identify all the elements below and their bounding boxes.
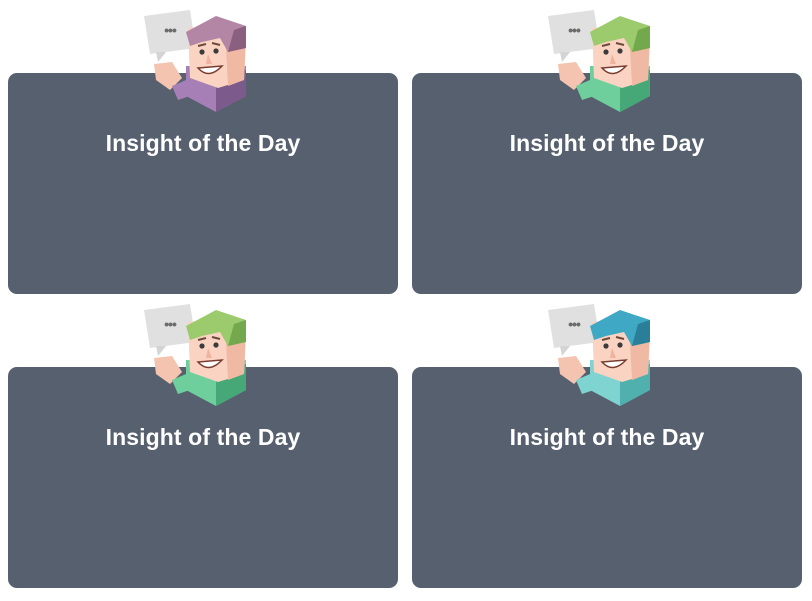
svg-text:•••: ••• (568, 316, 581, 332)
svg-text:•••: ••• (568, 22, 581, 38)
character-avatar-icon: ••• (142, 302, 250, 406)
card-title: Insight of the Day (509, 130, 705, 156)
svg-text:•••: ••• (164, 22, 177, 38)
card-title: Insight of the Day (509, 424, 705, 450)
svg-text:•••: ••• (164, 316, 177, 332)
character-avatar-icon: ••• (546, 302, 654, 406)
card-title: Insight of the Day (105, 130, 301, 156)
character-avatar-icon: ••• (142, 8, 250, 112)
card-title: Insight of the Day (105, 424, 301, 450)
character-avatar-icon: ••• (546, 8, 654, 112)
